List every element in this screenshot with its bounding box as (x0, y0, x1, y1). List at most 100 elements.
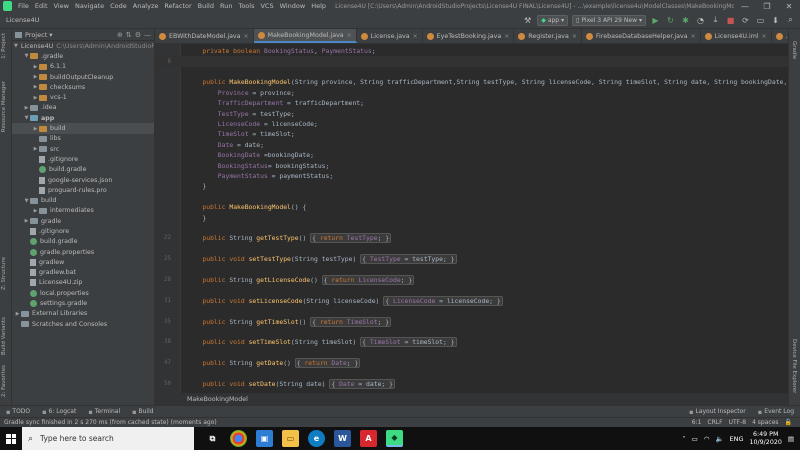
tree-item[interactable]: ▶ checksums (12, 82, 154, 92)
code-text[interactable]: private boolean BookingStatus, PaymentSt… (187, 47, 375, 55)
project-view-select[interactable]: Project (25, 31, 47, 39)
code-text[interactable]: Province = province; (187, 89, 295, 97)
code-text[interactable]: TimeSlot = timeSlot; (187, 130, 295, 138)
tool-window-6-logcat[interactable]: ▪ 6: Logcat (36, 408, 82, 416)
acrobat-icon[interactable]: A (360, 430, 377, 447)
sync-icon[interactable]: ⟳ (740, 15, 751, 26)
tree-item[interactable]: ▶ build (12, 123, 154, 134)
code-text[interactable]: BookingStatus= bookingStatus; (187, 162, 330, 170)
tree-item[interactable]: ▼ .gradle (12, 51, 154, 61)
chevron-right-icon[interactable]: ▶ (23, 218, 30, 224)
menu-code[interactable]: Code (107, 2, 130, 10)
chevron-right-icon[interactable]: ▶ (32, 64, 39, 70)
word-icon[interactable]: W (334, 430, 351, 447)
code-text[interactable]: Date = date; (187, 141, 264, 149)
code-text[interactable]: public String getLicenseCode() { return … (187, 274, 415, 285)
chevron-right-icon[interactable]: ▶ (32, 74, 39, 80)
android-studio-icon[interactable]: ◆ (386, 430, 403, 447)
menu-edit[interactable]: Edit (32, 2, 51, 10)
code-text[interactable]: public String getDate() { return Date; } (187, 358, 361, 369)
tool-window-layout-inspector[interactable]: ▪ Layout Inspector (683, 408, 752, 416)
tab-build-variants[interactable]: Build Variants (1, 317, 7, 355)
editor-tab[interactable]: EBWithDateModel.java × (155, 29, 254, 43)
start-button[interactable] (0, 427, 22, 450)
search-icon[interactable]: ⌕ (785, 15, 796, 26)
breadcrumb-class[interactable]: MakeBookingModel (187, 396, 248, 403)
chevron-right-icon[interactable]: ▶ (32, 95, 39, 101)
run-configuration-select[interactable]: ◆ app ▾ (537, 14, 569, 26)
code-text[interactable]: public void setTestType(String testType)… (187, 254, 457, 265)
code-text[interactable]: } (187, 182, 206, 190)
code-text[interactable]: public MakeBookingModel(String province,… (187, 78, 788, 86)
menu-view[interactable]: View (51, 2, 72, 10)
close-tab-icon[interactable]: × (762, 33, 767, 40)
tree-item[interactable]: ▶ buildOutputCleanup (12, 72, 154, 82)
chevron-down-icon[interactable]: ▼ (14, 43, 18, 49)
editor-tab[interactable]: Register.java × (514, 29, 582, 43)
chevron-right-icon[interactable]: ▶ (32, 146, 39, 152)
tree-item[interactable]: local.properties (12, 288, 154, 298)
tool-window-build[interactable]: ▪ Build (126, 408, 159, 416)
code-text[interactable]: public MakeBookingModel() { (187, 203, 306, 211)
chevron-down-icon[interactable]: ▼ (23, 115, 30, 121)
tree-item[interactable]: ▼License4UC:\Users\Admin\AndroidStudioPr… (12, 41, 154, 51)
editor-tab[interactable]: FirebaseDatabaseHelper.java × (582, 29, 701, 43)
code-text[interactable]: } (187, 214, 206, 222)
line-separator[interactable]: CRLF (707, 419, 722, 426)
editor-tab[interactable]: MakeBookingModel.java × (253, 29, 357, 43)
tree-item[interactable]: proguard-rules.pro (12, 185, 154, 195)
chevron-right-icon[interactable]: ▶ (14, 311, 21, 317)
code-text[interactable]: public void setTimeSlot(String timeSlot)… (187, 337, 457, 348)
tab-resource-manager[interactable]: Resource Manager (1, 81, 7, 132)
debug-icon[interactable]: ✱ (680, 15, 691, 26)
hammer-icon[interactable]: ⚒ (522, 15, 533, 26)
code-text[interactable]: PaymentStatus = paymentStatus; (187, 172, 333, 180)
tab-favorites[interactable]: 2: Favorites (1, 365, 7, 397)
lock-icon[interactable]: 🔓 (785, 419, 792, 426)
tree-item[interactable]: .gitignore (12, 226, 154, 236)
chevron-up-icon[interactable]: ˄ (682, 435, 685, 443)
sdk-icon[interactable]: ⬇ (770, 15, 781, 26)
tree-item[interactable]: settings.gradle (12, 298, 154, 308)
tree-item[interactable]: build.gradle (12, 165, 154, 175)
language-indicator[interactable]: ENG (730, 435, 744, 443)
run-icon[interactable]: ▶ (650, 15, 661, 26)
code-text[interactable]: BookingDate =bookingDate; (187, 151, 314, 159)
code-text[interactable]: TrafficDepartment = trafficDepartment; (187, 99, 364, 107)
menu-tools[interactable]: Tools (235, 2, 257, 10)
menu-navigate[interactable]: Navigate (72, 2, 107, 10)
chevron-right-icon[interactable]: ▶ (32, 208, 39, 214)
tree-item[interactable]: libs (12, 134, 154, 144)
chevron-down-icon[interactable]: ▼ (23, 53, 30, 59)
clock[interactable]: 6:49 PM 10/9/2020 (750, 431, 782, 447)
photos-icon[interactable]: ▣ (256, 430, 273, 447)
tree-item[interactable]: Scratches and Consoles (12, 319, 154, 329)
task-view-icon[interactable]: ⧉ (204, 430, 221, 447)
apply-changes-icon[interactable]: ↻ (665, 15, 676, 26)
tab-device-file-explorer[interactable]: Device File Explorer (791, 339, 797, 393)
editor-tab[interactable]: .name× (772, 29, 788, 43)
breadcrumb-project[interactable]: License4U (0, 16, 39, 24)
tool-window-event-log[interactable]: ▪ Event Log (752, 408, 800, 416)
tree-item[interactable]: ▶ External Libraries (12, 309, 154, 319)
menu-build[interactable]: Build (195, 2, 217, 10)
code-text[interactable]: public void setDate(String date) { Date … (187, 378, 395, 389)
menu-refactor[interactable]: Refactor (161, 2, 194, 10)
maximize-icon[interactable]: ❐ (756, 2, 778, 11)
code-text[interactable]: public String getTimeSlot() { return Tim… (187, 316, 392, 327)
close-tab-icon[interactable]: × (347, 32, 352, 39)
caret-position[interactable]: 6:1 (692, 419, 702, 426)
tree-item[interactable]: ▶ intermediates (12, 206, 154, 216)
file-explorer-icon[interactable]: ▭ (282, 430, 299, 447)
code-text[interactable]: TestType = testType; (187, 110, 295, 118)
editor-tab[interactable]: EyeTestBooking.java × (423, 29, 515, 43)
collapse-icon[interactable]: ⇅ (126, 31, 132, 39)
tree-item[interactable]: ▼ build (12, 195, 154, 205)
close-tab-icon[interactable]: × (504, 33, 509, 40)
menu-vcs[interactable]: VCS (257, 2, 276, 10)
hide-icon[interactable]: — (144, 31, 151, 39)
chevron-down-icon[interactable]: ▼ (23, 198, 30, 204)
avd-icon[interactable]: ▭ (755, 15, 766, 26)
minimize-icon[interactable]: — (734, 2, 756, 11)
tab-gradle[interactable]: Gradle (791, 41, 797, 59)
